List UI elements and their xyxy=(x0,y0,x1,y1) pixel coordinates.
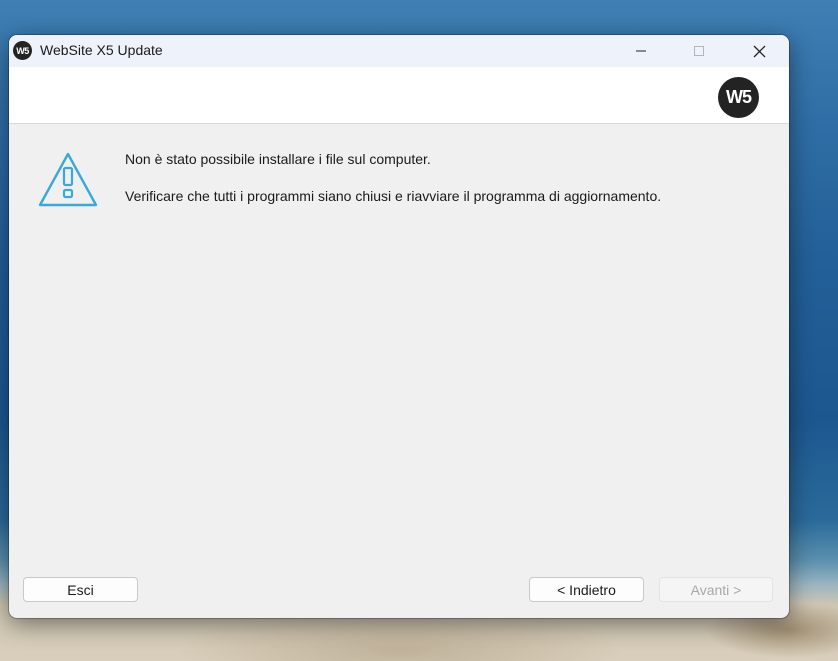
error-message-primary: Non è stato possibile installare i file … xyxy=(125,151,431,167)
minimize-button[interactable] xyxy=(618,35,664,67)
close-icon xyxy=(753,45,765,57)
title-bar[interactable]: W5 WebSite X5 Update xyxy=(9,35,789,67)
update-dialog-window: W5 WebSite X5 Update W5 Non è stato poss… xyxy=(9,35,789,618)
dialog-header: W5 xyxy=(9,67,789,124)
exit-button[interactable]: Esci xyxy=(23,577,138,602)
app-logo-icon: W5 xyxy=(13,41,32,60)
close-button[interactable] xyxy=(736,35,782,67)
next-button-disabled: Avanti > xyxy=(659,577,773,602)
minimize-icon xyxy=(636,50,646,52)
back-button[interactable]: < Indietro xyxy=(529,577,644,602)
brand-logo-icon: W5 xyxy=(718,77,759,118)
maximize-button xyxy=(676,35,722,67)
error-message-instruction: Verificare che tutti i programmi siano c… xyxy=(125,188,662,204)
window-title: WebSite X5 Update xyxy=(40,42,163,58)
maximize-icon xyxy=(694,46,704,56)
warning-triangle-icon xyxy=(38,152,98,207)
